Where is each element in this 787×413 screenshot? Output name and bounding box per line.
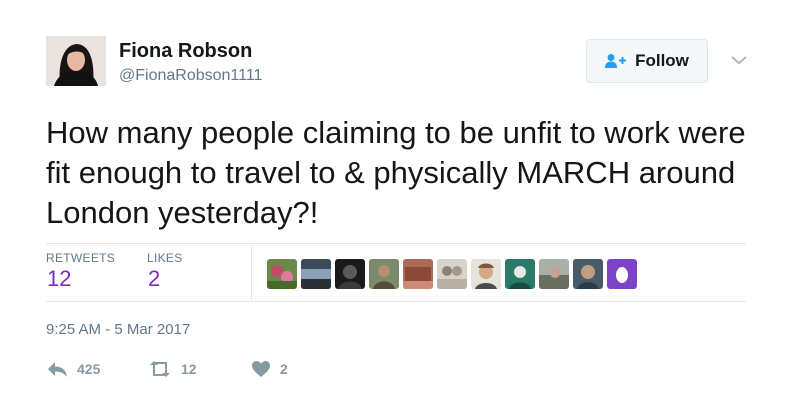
chevron-down-icon[interactable] — [728, 52, 750, 68]
liker-avatar[interactable] — [573, 259, 603, 289]
tweet-text: How many people claiming to be unfit to … — [46, 115, 746, 230]
stats-top-divider — [46, 243, 746, 244]
retweet-icon — [150, 361, 170, 377]
follow-label: Follow — [635, 51, 689, 70]
liker-avatar[interactable] — [369, 259, 399, 289]
avatar-photo — [46, 36, 106, 86]
retweet-button[interactable]: 12 — [148, 360, 197, 378]
liker-avatar[interactable] — [335, 259, 365, 289]
like-count: 2 — [280, 361, 288, 377]
like-button[interactable]: 2 — [251, 360, 288, 378]
user-name[interactable]: Fiona Robson — [119, 40, 252, 63]
retweets-count[interactable]: 12 — [47, 266, 71, 292]
default-egg-avatar[interactable] — [607, 259, 637, 289]
follow-button[interactable]: Follow — [586, 39, 708, 83]
liker-avatar[interactable] — [301, 259, 331, 289]
liker-avatar[interactable] — [505, 259, 535, 289]
user-handle[interactable]: @FionaRobson1111 — [119, 67, 262, 85]
tweet-timestamp[interactable]: 9:25 AM - 5 Mar 2017 — [46, 321, 190, 338]
liker-avatar[interactable] — [437, 259, 467, 289]
heart-icon — [252, 361, 270, 377]
liker-avatar[interactable] — [403, 259, 433, 289]
reply-button[interactable]: 425 — [46, 360, 100, 378]
liker-avatar[interactable] — [471, 259, 501, 289]
likes-count[interactable]: 2 — [148, 266, 160, 292]
liker-avatar[interactable] — [267, 259, 297, 289]
liker-avatar[interactable] — [539, 259, 569, 289]
add-person-icon — [605, 54, 627, 68]
likes-label[interactable]: LIKES — [147, 251, 183, 265]
stats-separator — [251, 245, 252, 300]
reply-icon — [48, 362, 67, 377]
user-avatar[interactable] — [46, 36, 106, 86]
likers-list — [267, 259, 637, 289]
retweets-label[interactable]: RETWEETS — [46, 251, 115, 265]
stats-bottom-divider — [46, 301, 746, 302]
retweet-count: 12 — [181, 361, 197, 377]
reply-count: 425 — [77, 361, 101, 377]
